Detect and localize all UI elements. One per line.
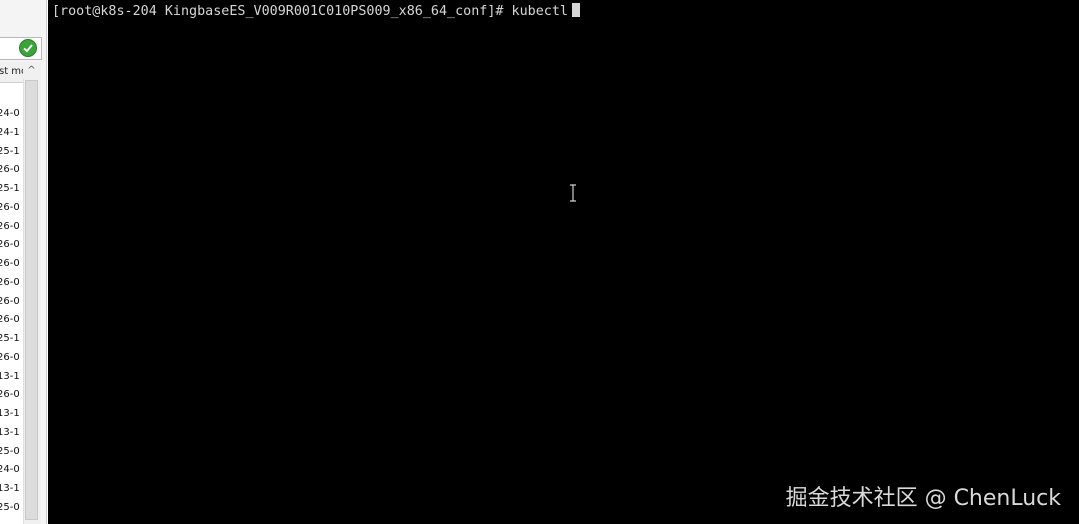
shell-prompt: [root@k8s-204 KingbaseES_V009R001C010PS0…: [52, 4, 504, 19]
file-row-modified[interactable]: 25-1: [0, 180, 23, 199]
file-row-modified[interactable]: 25-0: [0, 499, 23, 518]
file-list[interactable]: st mo 24-024-125-126-025-126-026-026-026…: [0, 62, 24, 524]
file-row-modified[interactable]: 24-0: [0, 105, 23, 124]
file-row-modified[interactable]: 26-0: [0, 199, 23, 218]
file-row-modified[interactable]: 24-1: [0, 124, 23, 143]
file-row-modified[interactable]: 13-1: [0, 405, 23, 424]
terminal-window[interactable]: [root@k8s-204 KingbaseES_V009R001C010PS0…: [48, 0, 1079, 524]
file-row-modified[interactable]: 26-0: [0, 255, 23, 274]
file-browser-panel: st mo 24-024-125-126-025-126-026-026-026…: [0, 0, 47, 524]
file-row-modified[interactable]: 25-1: [0, 143, 23, 162]
file-row-modified[interactable]: 26-0: [0, 161, 23, 180]
file-row-modified[interactable]: 13-1: [0, 424, 23, 443]
watermark: 掘金技术社区 @ ChenLuck: [785, 486, 1061, 511]
typed-command: kubectl: [511, 4, 568, 19]
check-circle-icon[interactable]: [19, 39, 37, 57]
file-row-modified[interactable]: 26-0: [0, 349, 23, 368]
column-header-modified[interactable]: st mo: [0, 62, 23, 83]
file-row-modified[interactable]: 26-0: [0, 218, 23, 237]
text-cursor: [571, 3, 580, 17]
file-row-modified[interactable]: 13-1: [0, 480, 23, 499]
file-row-modified[interactable]: 26-0: [0, 311, 23, 330]
file-row-modified[interactable]: 25-1: [0, 330, 23, 349]
file-row-modified[interactable]: 25-0: [0, 443, 23, 462]
file-row-modified[interactable]: 26-0: [0, 386, 23, 405]
terminal-prompt-line: [root@k8s-204 KingbaseES_V009R001C010PS0…: [52, 3, 580, 20]
file-row-modified[interactable]: 26-0: [0, 293, 23, 312]
file-row-modified[interactable]: 26-0: [0, 274, 23, 293]
scrollbar-thumb[interactable]: [25, 80, 38, 520]
file-row-modified[interactable]: 13-1: [0, 368, 23, 387]
file-row-modified[interactable]: 26-0: [0, 236, 23, 255]
scroll-up-icon[interactable]: ^: [23, 62, 40, 79]
file-row-modified[interactable]: 24-0: [0, 461, 23, 480]
text-ibeam-cursor-icon: [570, 184, 576, 202]
